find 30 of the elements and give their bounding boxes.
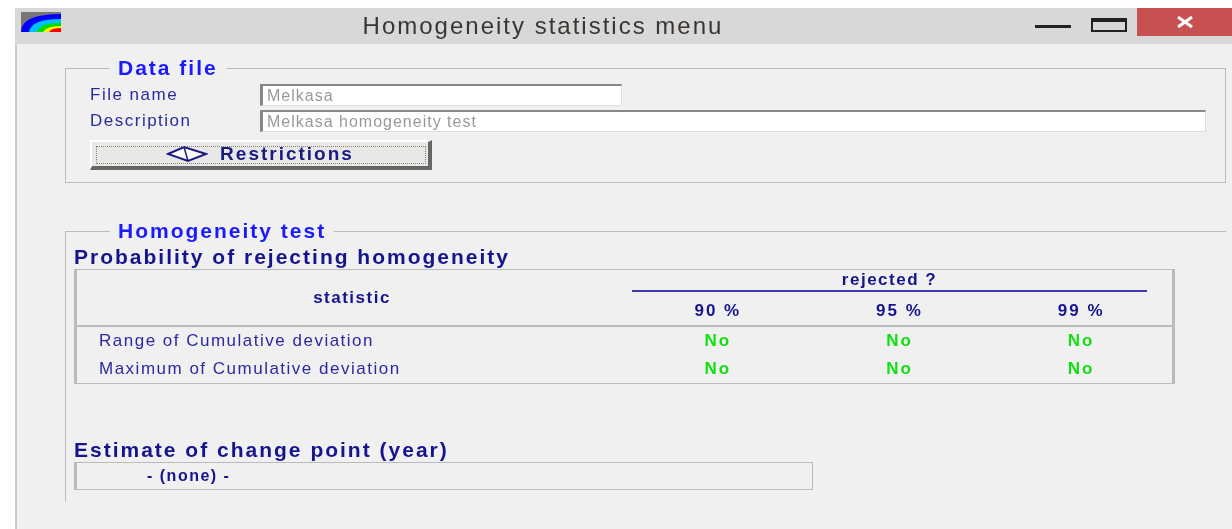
- book-icon: [166, 145, 209, 163]
- column-header: statistic: [312, 287, 392, 308]
- field-label: File name: [90, 85, 180, 105]
- column-header: 90 %: [693, 301, 743, 322]
- group-title: Data file: [117, 56, 219, 80]
- table-cell-text: Range of Cumulative deviation: [98, 331, 376, 351]
- table-cell-text: No: [885, 359, 914, 379]
- column-group-header: rejected ?: [632, 270, 1147, 292]
- change-point-value: - (none) -: [74, 462, 813, 490]
- column-header: 99 %: [1056, 301, 1106, 322]
- close-icon: [1176, 16, 1193, 28]
- text-field[interactable]: Melkasa homogeneity test: [260, 110, 1206, 132]
- table-cell-text: No: [703, 331, 733, 351]
- maximize-icon: [1091, 18, 1127, 34]
- field-label: Description: [90, 111, 193, 131]
- close-button[interactable]: [1137, 8, 1232, 36]
- column-header: 95 %: [875, 301, 924, 322]
- section-heading: Estimate of change point (year): [74, 438, 450, 462]
- window-title: Homogeneity statistics menu: [361, 12, 725, 40]
- restrictions-button[interactable]: Restrictions: [90, 140, 432, 170]
- table-cell-text: No: [885, 331, 914, 351]
- group-title: Homogeneity test: [117, 219, 328, 243]
- table-cell-text: No: [703, 359, 733, 379]
- table-cell-text: Maximum of Cumulative deviation: [98, 359, 402, 379]
- section-heading: Probability of rejecting homogeneity: [74, 245, 512, 269]
- minimize-icon: [1035, 24, 1071, 28]
- app-logo-icon: [21, 12, 61, 32]
- text-field[interactable]: Melkasa: [260, 84, 622, 106]
- table-cell-text: No: [1066, 359, 1096, 379]
- table-cell-text: No: [1066, 331, 1096, 351]
